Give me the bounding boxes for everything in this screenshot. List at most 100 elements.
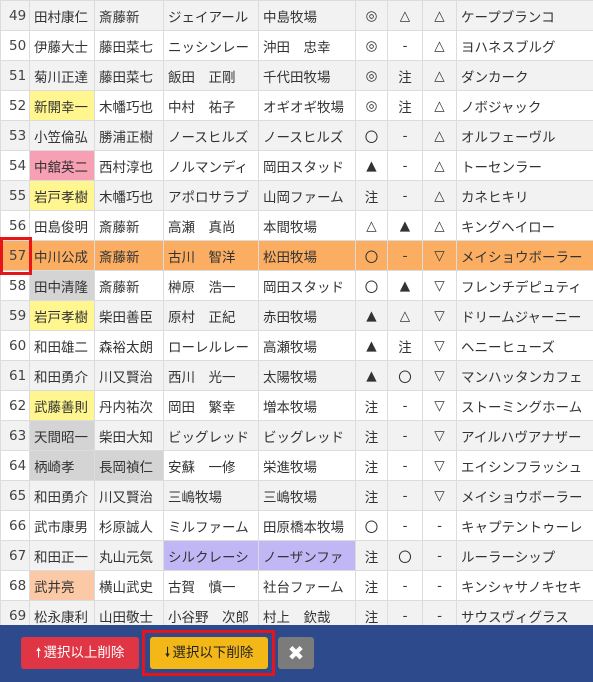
cell-m3: △ — [422, 30, 457, 61]
cell-owner: 古賀 慎一 — [163, 570, 259, 601]
cell-num: 64 — [0, 450, 30, 481]
cell-m3: △ — [422, 0, 457, 31]
cell-m3: △ — [422, 90, 457, 121]
cell-sire: ダンカーク — [456, 60, 593, 91]
cell-breeder: 松田牧場 — [258, 240, 356, 271]
table-row[interactable]: 67 和田正一 丸山元気 シルクレーシ ノーザンファ注〇 - ルーラーシップ — [0, 540, 593, 571]
table-row[interactable]: 64 柄崎孝 長岡禎仁 安蘇 一修 栄進牧場注 - ▽ エイシンフラッシュ — [0, 450, 593, 481]
table-row[interactable]: 56 田島俊明 斎藤新 高瀬 真尚 本間牧場 △ ▲ △ キングヘイロー — [0, 210, 593, 241]
cell-num: 52 — [0, 90, 30, 121]
cell-trainer: 斎藤新 — [94, 210, 164, 241]
table-row[interactable]: 51 菊川正達 藤田菜七 飯田 正剛 千代田牧場 ◎ 注 △ ダンカーク — [0, 60, 593, 91]
cell-m1: 注 — [355, 450, 388, 481]
cell-num: 67 — [0, 540, 30, 571]
arrow-down-icon: 🠗 — [164, 645, 171, 661]
cell-m2: 注 — [387, 90, 423, 121]
delete-below-button[interactable]: 🠗 選択以下削除 — [150, 637, 268, 669]
cell-jockey: 新開幸一 — [29, 90, 95, 121]
table-row[interactable]: 52 新開幸一 木幡巧也 中村 祐子 オギオギ牧場 ◎ 注 △ ノボジャック — [0, 90, 593, 121]
cell-m1: ▲ — [355, 330, 388, 361]
table-row[interactable]: 59 岩戸孝樹 柴田善臣 原村 正紀 赤田牧場 ▲ △ ▽ ドリームジャーニー — [0, 300, 593, 331]
cell-breeder: オギオギ牧場 — [258, 90, 356, 121]
table-row[interactable]: 50 伊藤大士 藤田菜七 ニッシンレー 沖田 忠幸 ◎ - △ ヨハネスブルグ — [0, 30, 593, 61]
cell-sire: ドリームジャーニー — [456, 300, 593, 331]
cell-sire: エイシンフラッシュ — [456, 450, 593, 481]
table-row[interactable]: 66 武市康男 杉原誠人 ミルファーム 田原橋本牧場〇 - - キャプテントゥーレ — [0, 510, 593, 541]
bottom-toolbar: 🠕 選択以上削除 🠗 選択以下削除 ✖ — [0, 625, 593, 682]
cell-breeder: 赤田牧場 — [258, 300, 356, 331]
cell-num: 68 — [0, 570, 30, 601]
cell-sire: ケープブランコ — [456, 0, 593, 31]
cell-m1: ◎ — [355, 30, 388, 61]
cell-num: 57 — [0, 240, 30, 271]
cell-owner: ローレルレー — [163, 330, 259, 361]
cell-jockey: 和田雄二 — [29, 330, 95, 361]
cell-jockey: 小笠倫弘 — [29, 120, 95, 151]
cell-m2: - — [387, 450, 423, 481]
cell-breeder: 本間牧場 — [258, 210, 356, 241]
cell-m3: - — [422, 600, 457, 625]
table-row[interactable]: 62 武藤善則 丹内祐次 岡田 繁幸 増本牧場注 - ▽ ストーミングホーム — [0, 390, 593, 421]
cell-jockey: 和田勇介 — [29, 480, 95, 511]
cell-trainer: 杉原誠人 — [94, 510, 164, 541]
table-row[interactable]: 60 和田雄二 森裕太朗 ローレルレー 高瀬牧場 ▲ 注 ▽ ヘニーヒューズ — [0, 330, 593, 361]
table-row[interactable]: 65 和田勇介 川又賢治 三嶋牧場 三嶋牧場注 - ▽ メイショウボーラー — [0, 480, 593, 511]
cell-owner: 西川 光一 — [163, 360, 259, 391]
cell-m3: ▽ — [422, 390, 457, 421]
table-row[interactable]: 57 中川公成 斎藤新 古川 智洋 松田牧場〇 - ▽ メイショウボーラー — [0, 240, 593, 271]
cell-breeder: 増本牧場 — [258, 390, 356, 421]
horse-table: 49 田村康仁 斎藤新 ジェイアール 中島牧場 ◎ △ △ ケープブランコ 50 伊藤大士 藤田菜七ニ… — [0, 0, 593, 625]
cell-m1: 注 — [355, 390, 388, 421]
cell-num: 59 — [0, 300, 30, 331]
close-button[interactable]: ✖ — [278, 637, 314, 669]
table-row[interactable]: 55 岩戸孝樹 木幡巧也 アポロサラブ 山岡ファーム注 - △ カネヒキリ — [0, 180, 593, 211]
cell-num: 63 — [0, 420, 30, 451]
cell-trainer: 斎藤新 — [94, 0, 164, 31]
cell-breeder: 山岡ファーム — [258, 180, 356, 211]
table-row[interactable]: 53 小笠倫弘 勝浦正樹 ノースヒルズ ノースヒルズ〇 - △ オルフェーヴル — [0, 120, 593, 151]
cell-m2: 注 — [387, 60, 423, 91]
table-row[interactable]: 63 天間昭一 柴田大知 ビッグレッド ビッグレッド注 - ▽ アイルハヴアナザー — [0, 420, 593, 451]
cell-trainer: 川又賢治 — [94, 480, 164, 511]
cell-jockey: 中舘英二 — [29, 150, 95, 181]
table-row[interactable]: 69 松永康利 山田敬士 小谷野 次郎 村上 欽哉注 - - サウスヴィグラス — [0, 600, 593, 625]
cell-trainer: 柴田善臣 — [94, 300, 164, 331]
cell-owner: ミルファーム — [163, 510, 259, 541]
table-row[interactable]: 49 田村康仁 斎藤新 ジェイアール 中島牧場 ◎ △ △ ケープブランコ — [0, 0, 593, 31]
cell-m2: - — [387, 150, 423, 181]
cell-m1: ▲ — [355, 300, 388, 331]
cell-m3: ▽ — [422, 330, 457, 361]
cell-m3: △ — [422, 150, 457, 181]
cell-m3: ▽ — [422, 270, 457, 301]
cell-m2: - — [387, 480, 423, 511]
cell-m2: 〇 — [387, 540, 423, 571]
table-row[interactable]: 58 田中清隆 斎藤新 榊原 浩一 岡田スタッド〇 ▲ ▽ フレンチデピュティ — [0, 270, 593, 301]
delete-above-button[interactable]: 🠕 選択以上削除 — [21, 637, 139, 669]
cell-sire: アイルハヴアナザー — [456, 420, 593, 451]
cell-m3: △ — [422, 180, 457, 211]
cell-sire: キャプテントゥーレ — [456, 510, 593, 541]
cell-m3: △ — [422, 210, 457, 241]
cell-num: 50 — [0, 30, 30, 61]
cell-jockey: 田村康仁 — [29, 0, 95, 31]
cell-jockey: 岩戸孝樹 — [29, 300, 95, 331]
cell-num: 54 — [0, 150, 30, 181]
cell-m3: - — [422, 510, 457, 541]
cell-trainer: 木幡巧也 — [94, 180, 164, 211]
cell-m2: 〇 — [387, 360, 423, 391]
cell-jockey: 田島俊明 — [29, 210, 95, 241]
cell-owner: シルクレーシ — [163, 540, 259, 571]
cell-m1: ▲ — [355, 360, 388, 391]
cell-owner: 飯田 正剛 — [163, 60, 259, 91]
cell-owner: 榊原 浩一 — [163, 270, 259, 301]
cell-trainer: 藤田菜七 — [94, 60, 164, 91]
cell-breeder: 岡田スタッド — [258, 270, 356, 301]
table-row[interactable]: 61 和田勇介 川又賢治 西川 光一 太陽牧場 ▲ 〇 ▽ マンハッタンカフェ — [0, 360, 593, 391]
table-row[interactable]: 68 武井亮 横山武史 古賀 慎一 社台ファーム注 - - キンシャサノキセキ — [0, 570, 593, 601]
horse-data-grid: 49 田村康仁 斎藤新 ジェイアール 中島牧場 ◎ △ △ ケープブランコ 50 伊藤大士 藤田菜七ニ… — [0, 0, 593, 625]
cell-trainer: 長岡禎仁 — [94, 450, 164, 481]
cell-trainer: 西村淳也 — [94, 150, 164, 181]
cell-m2: - — [387, 420, 423, 451]
table-row[interactable]: 54 中舘英二 西村淳也 ノルマンディ 岡田スタッド ▲ - △ トーセンラー — [0, 150, 593, 181]
cell-breeder: 高瀬牧場 — [258, 330, 356, 361]
